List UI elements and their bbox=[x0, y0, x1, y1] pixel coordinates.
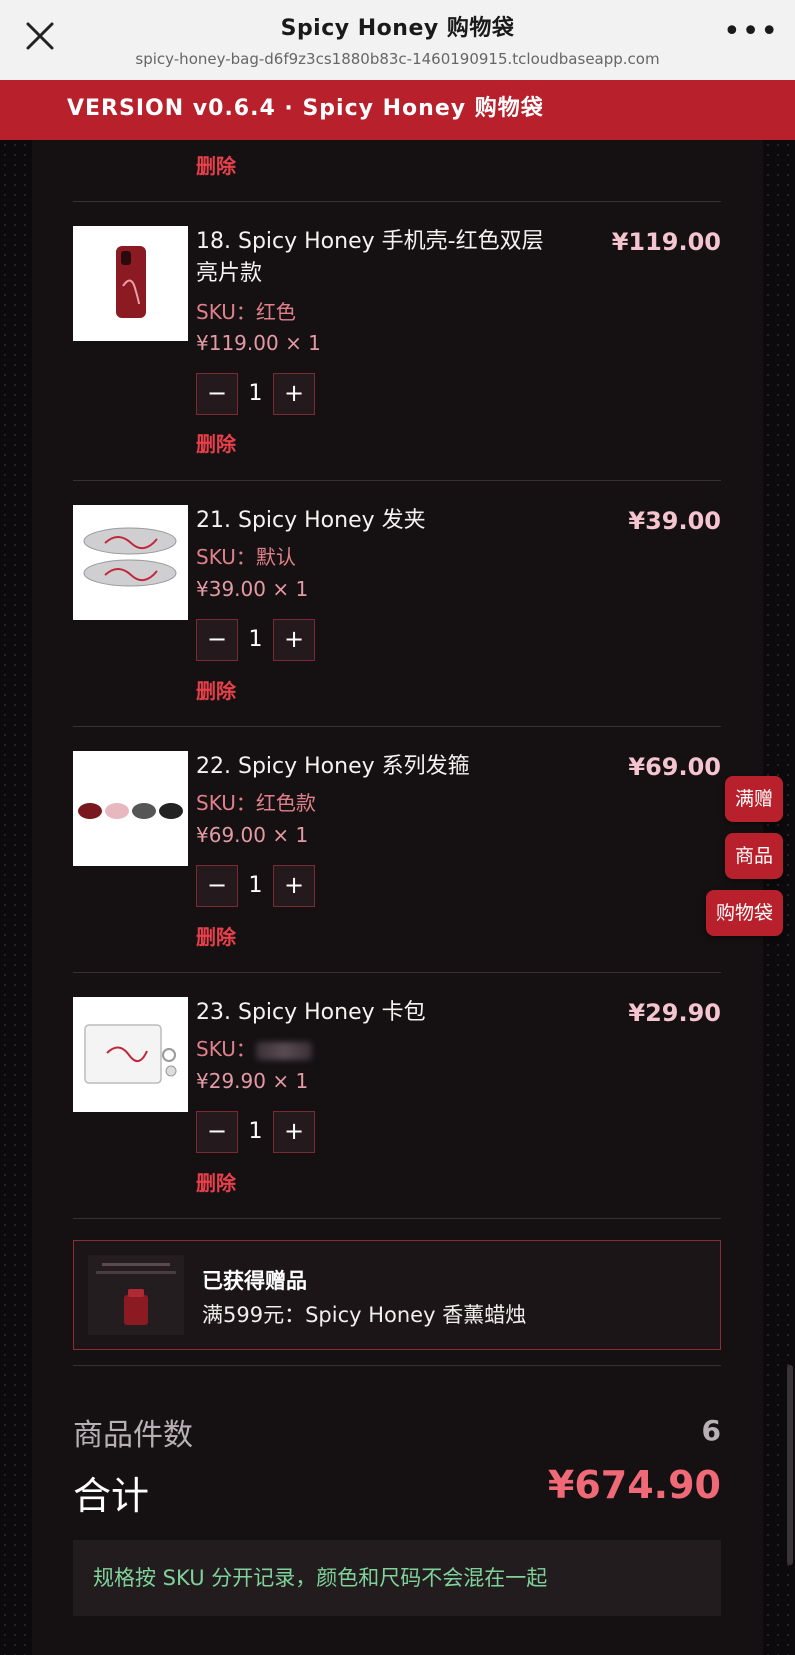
delete-link[interactable]: 删除 bbox=[196, 428, 236, 457]
increase-button[interactable]: + bbox=[273, 619, 315, 661]
cart-item: 21. Spicy Honey 发夹 ¥39.00 SKU：默认 ¥39.00 … bbox=[73, 505, 721, 745]
item-unit-price: ¥69.00 × 1 bbox=[196, 823, 309, 847]
item-divider bbox=[73, 726, 721, 727]
total-label: 合计 bbox=[73, 1474, 150, 1518]
float-nav-bag[interactable]: 购物袋 bbox=[705, 890, 783, 936]
cart-item: 23. Spicy Honey 卡包 ¥29.90 SKU： ¥29.90 × … bbox=[73, 997, 721, 1237]
item-unit-price: ¥39.00 × 1 bbox=[196, 577, 309, 601]
sku-note: 规格按 SKU 分开记录，颜色和尺码不会混在一起 bbox=[73, 1540, 721, 1616]
gift-card: 已获得赠品 满599元：Spicy Honey 香薰蜡烛 bbox=[73, 1240, 721, 1350]
item-sku: SKU： bbox=[196, 1033, 312, 1062]
quantity-value: 1 bbox=[248, 873, 263, 898]
product-image-headband[interactable] bbox=[73, 751, 188, 866]
item-price: ¥29.90 bbox=[628, 999, 721, 1027]
item-name[interactable]: 18. Spicy Honey 手机壳-红色双层亮片款 bbox=[196, 226, 546, 290]
item-unit-price: ¥119.00 × 1 bbox=[196, 331, 321, 355]
item-price: ¥119.00 bbox=[611, 228, 721, 256]
item-divider bbox=[73, 1218, 721, 1219]
increase-button[interactable]: + bbox=[273, 373, 315, 415]
delete-link[interactable]: 删除 bbox=[196, 675, 236, 704]
quantity-stepper: − 1 + bbox=[196, 373, 316, 415]
quantity-value: 1 bbox=[248, 1119, 263, 1144]
item-divider bbox=[73, 972, 721, 973]
quantity-stepper: − 1 + bbox=[196, 619, 316, 661]
product-image-card-holder[interactable] bbox=[73, 997, 188, 1112]
sku-redacted bbox=[255, 1041, 312, 1060]
item-sku: SKU：红色款 bbox=[196, 791, 316, 815]
item-unit-price: ¥29.90 × 1 bbox=[196, 1069, 309, 1093]
product-image-hair-clip[interactable] bbox=[73, 505, 188, 620]
item-sku: SKU：红色 bbox=[196, 300, 296, 324]
item-name[interactable]: 23. Spicy Honey 卡包 bbox=[196, 997, 546, 1029]
item-name[interactable]: 22. Spicy Honey 系列发箍 bbox=[196, 751, 546, 783]
sku-label: SKU： bbox=[196, 1037, 256, 1061]
decrease-button[interactable]: − bbox=[196, 373, 238, 415]
more-icon[interactable]: ••• bbox=[723, 17, 778, 47]
quantity-value: 1 bbox=[248, 627, 263, 652]
quantity-stepper: − 1 + bbox=[196, 1111, 316, 1153]
item-divider bbox=[73, 201, 721, 202]
gift-title: 已获得赠品 bbox=[202, 1269, 307, 1293]
left-gutter bbox=[0, 140, 32, 1655]
summary-divider bbox=[73, 1365, 721, 1366]
cart-item: 18. Spicy Honey 手机壳-红色双层亮片款 ¥119.00 SKU：… bbox=[73, 226, 721, 466]
cart-item: 22. Spicy Honey 系列发箍 ¥69.00 SKU：红色款 ¥69.… bbox=[73, 751, 721, 991]
page-title: Spicy Honey 购物袋 bbox=[280, 16, 515, 41]
item-count-label: 商品件数 bbox=[73, 1418, 193, 1453]
quantity-stepper: − 1 + bbox=[196, 865, 316, 907]
decrease-button[interactable]: − bbox=[196, 619, 238, 661]
total-value: ¥674.90 bbox=[547, 1463, 721, 1507]
delete-link[interactable]: 删除 bbox=[196, 1167, 236, 1196]
float-nav-gift[interactable]: 满赠 bbox=[724, 776, 783, 822]
quantity-value: 1 bbox=[248, 381, 263, 406]
delete-link[interactable]: 删除 bbox=[196, 921, 236, 950]
item-sku: SKU：默认 bbox=[196, 545, 296, 569]
gift-description: 满599元：Spicy Honey 香薰蜡烛 bbox=[202, 1303, 527, 1327]
page-url: spicy-honey-bag-d6f9z3cs1880b83c-1460190… bbox=[135, 50, 660, 68]
decrease-button[interactable]: − bbox=[196, 1111, 238, 1153]
gift-image-candle bbox=[88, 1255, 184, 1335]
scrollbar-thumb[interactable] bbox=[787, 1365, 793, 1565]
decrease-button[interactable]: − bbox=[196, 865, 238, 907]
version-banner: VERSION v0.6.4 · Spicy Honey 购物袋 bbox=[0, 80, 795, 140]
float-nav-products[interactable]: 商品 bbox=[724, 833, 783, 879]
item-count-value: 6 bbox=[701, 1414, 721, 1447]
item-name[interactable]: 21. Spicy Honey 发夹 bbox=[196, 505, 546, 537]
delete-link[interactable]: 删除 bbox=[196, 150, 236, 179]
item-divider bbox=[73, 480, 721, 481]
increase-button[interactable]: + bbox=[273, 1111, 315, 1153]
product-image-phone-case[interactable] bbox=[73, 226, 188, 341]
item-price: ¥69.00 bbox=[628, 753, 721, 781]
browser-topbar: Spicy Honey 购物袋 spicy-honey-bag-d6f9z3cs… bbox=[0, 0, 795, 80]
increase-button[interactable]: + bbox=[273, 865, 315, 907]
item-price: ¥39.00 bbox=[628, 507, 721, 535]
